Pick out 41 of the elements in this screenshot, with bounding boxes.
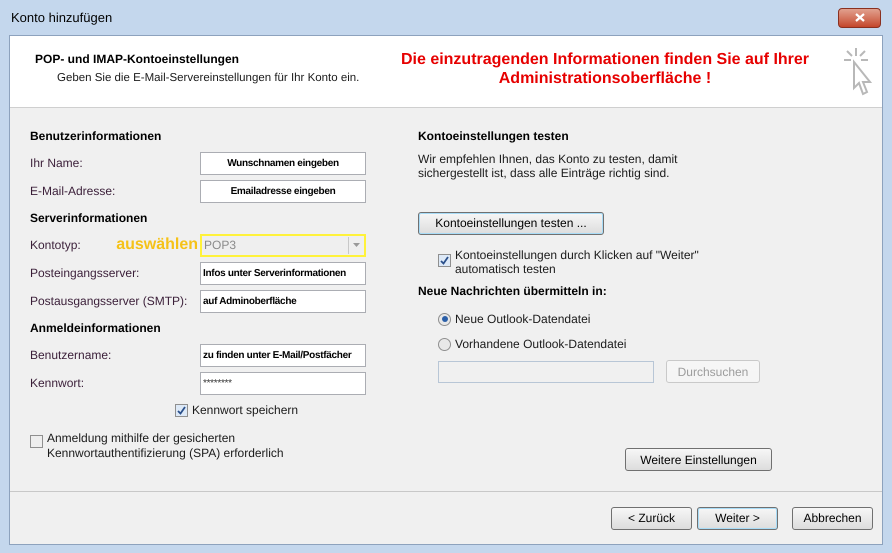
password-field[interactable]: ******** xyxy=(200,372,366,394)
wizard-button[interactable]: < Zurück xyxy=(611,506,692,530)
checkbox-label: Anmeldung mithilfe der gesicherten Kennwortauthentifizierung (SPA) erforderlich xyxy=(47,431,285,461)
input-field[interactable]: auf Adminoberfläche xyxy=(200,290,366,312)
test-settings-button[interactable]: Kontoeinstellungen testen ... xyxy=(418,212,604,234)
page-title: POP- und IMAP-Kontoeinstellungen xyxy=(35,51,240,68)
section-heading: Serverinformationen xyxy=(30,210,148,227)
section-heading: Neue Nachrichten übermitteln in: xyxy=(418,283,607,300)
checkbox[interactable] xyxy=(438,254,451,267)
radio-label: Vorhandene Outlook-Datendatei xyxy=(455,336,626,353)
checkbox-label: Kennwort speichern xyxy=(192,402,298,419)
input-field[interactable]: Wunschnamen eingeben xyxy=(200,152,366,174)
notice-text: Die einzutragenden Informationen finden Sie auf Ihrer Administrationsoberfläche ! xyxy=(400,50,810,88)
checkbox-label: Kontoeinstellungen durch Klicken auf "Weiter" automatisch testen xyxy=(455,248,700,276)
section-heading: Benutzerinformationen xyxy=(30,128,162,145)
radio-button[interactable] xyxy=(438,312,451,326)
section-heading: Anmeldeinformationen xyxy=(30,320,161,337)
field-label: Posteingangsserver: xyxy=(30,265,140,282)
close-button[interactable] xyxy=(838,8,881,28)
field-label: Benutzername: xyxy=(30,347,112,364)
field-label: Postausgangsserver (SMTP): xyxy=(30,293,188,310)
checkbox[interactable] xyxy=(30,435,43,448)
wizard-button[interactable]: Weiter > xyxy=(697,506,778,530)
radio-button[interactable] xyxy=(438,338,451,350)
page-subtitle: Geben Sie die E-Mail-Servereinstellungen für Ihr Konto ein. xyxy=(56,71,360,86)
close-icon xyxy=(854,13,864,22)
window-title: Konto hinzufügen xyxy=(10,8,112,27)
field-label: Kontotyp: xyxy=(30,237,81,254)
checkbox[interactable] xyxy=(175,404,188,416)
input-field[interactable]: Emailadresse eingeben xyxy=(200,180,366,202)
annotation-text: auswählen xyxy=(116,235,198,255)
field-label: Kennwort: xyxy=(30,375,84,392)
description-text: Wir empfehlen Ihnen, das Konto zu testen, damit sichergestellt ist, dass alle Einträge richtig sind. xyxy=(418,152,678,180)
field-label: Ihr Name: xyxy=(30,155,83,172)
field-label: E-Mail-Adresse: xyxy=(30,183,116,200)
input-field[interactable]: zu finden unter E-Mail/Postfächer xyxy=(200,344,366,366)
input-field[interactable]: Infos unter Serverinformationen xyxy=(200,262,366,284)
more-settings-button[interactable]: Weitere Einstellungen xyxy=(625,448,772,471)
radio-label: Neue Outlook-Datendatei xyxy=(455,311,590,328)
wizard-button[interactable]: Abbrechen xyxy=(792,506,873,530)
section-heading: Kontoeinstellungen testen xyxy=(418,128,569,145)
